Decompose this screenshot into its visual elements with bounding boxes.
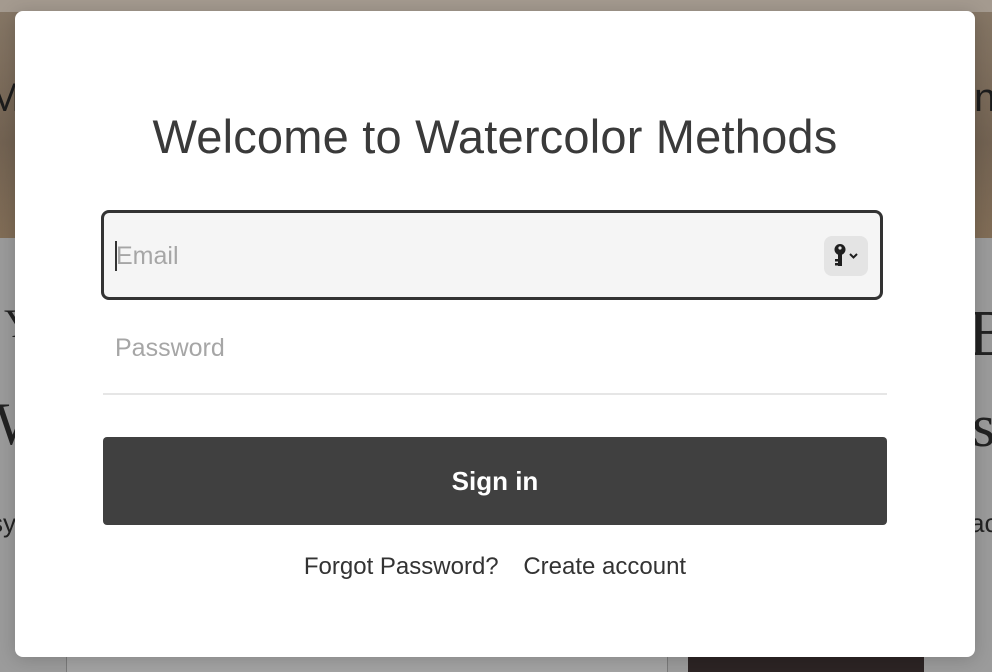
autofill-key-button[interactable]: [824, 236, 868, 276]
background-card: [66, 656, 668, 672]
forgot-password-link[interactable]: Forgot Password?: [304, 553, 499, 580]
chevron-down-icon: [849, 253, 858, 259]
account-links: Forgot Password? Create account: [15, 553, 975, 581]
email-field[interactable]: [101, 210, 883, 300]
password-field[interactable]: [103, 303, 887, 395]
text-caret: [115, 241, 117, 271]
sign-in-button[interactable]: Sign in: [103, 437, 887, 525]
page: Ma Y W sy n B s ac Welcome to Watercolor…: [0, 0, 992, 672]
sign-in-modal: Welcome to Watercolor Methods Sign in Fo…: [15, 11, 975, 657]
key-icon: [834, 244, 858, 266]
background-text-fragment: n: [974, 76, 992, 120]
password-input[interactable]: [113, 303, 857, 393]
email-input[interactable]: [114, 213, 818, 299]
create-account-link[interactable]: Create account: [523, 553, 686, 580]
modal-title: Welcome to Watercolor Methods: [152, 110, 838, 163]
background-text-fragment: sy: [0, 508, 16, 538]
background-text-fragment: s: [972, 393, 992, 459]
background-card-dark: [688, 656, 924, 672]
